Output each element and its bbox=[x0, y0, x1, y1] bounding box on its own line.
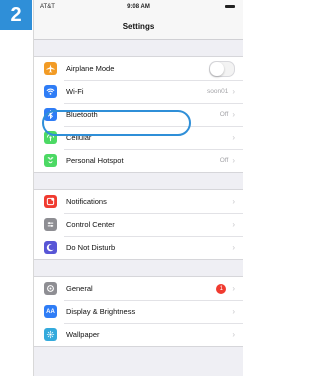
chevron-right-icon: › bbox=[232, 220, 235, 229]
settings-row-label: Control Center bbox=[66, 220, 115, 229]
settings-group-connectivity: Airplane Mode Wi-Fi soon01 › Bluetooth O… bbox=[34, 56, 243, 173]
chevron-right-icon: › bbox=[232, 133, 235, 142]
settings-row-wifi[interactable]: Wi-Fi soon01 › bbox=[34, 80, 243, 103]
notifications-icon bbox=[44, 195, 57, 208]
battery-icon bbox=[225, 5, 235, 8]
display-brightness-icon: AA bbox=[44, 305, 57, 318]
chevron-right-icon: › bbox=[232, 197, 235, 206]
settings-group-general: General 1 › AA Display & Brightness › Wa… bbox=[34, 276, 243, 347]
settings-row-display-brightness[interactable]: AA Display & Brightness › bbox=[34, 300, 243, 323]
settings-row-general[interactable]: General 1 › bbox=[34, 277, 243, 300]
settings-row-do-not-disturb[interactable]: Do Not Disturb › bbox=[34, 236, 243, 259]
wifi-network-value: soon01 bbox=[207, 88, 229, 95]
status-bar: AT&T 9:08 AM bbox=[34, 0, 243, 14]
control-center-icon bbox=[44, 218, 57, 231]
moon-icon bbox=[44, 241, 57, 254]
chevron-right-icon: › bbox=[232, 307, 235, 316]
settings-row-airplane-mode[interactable]: Airplane Mode bbox=[34, 57, 243, 80]
settings-row-label: Wallpaper bbox=[66, 330, 100, 339]
wifi-icon bbox=[44, 85, 57, 98]
hotspot-status-value: Off bbox=[219, 157, 229, 164]
settings-row-bluetooth[interactable]: Bluetooth Off › bbox=[34, 103, 243, 126]
step-number-badge: 2 bbox=[0, 0, 32, 30]
settings-group-notifications: Notifications › Control Center › Do Not … bbox=[34, 189, 243, 260]
settings-row-label: Personal Hotspot bbox=[66, 156, 124, 165]
settings-row-label: Airplane Mode bbox=[66, 64, 115, 73]
settings-row-personal-hotspot[interactable]: Personal Hotspot Off › bbox=[34, 149, 243, 172]
cellular-icon bbox=[44, 131, 57, 144]
settings-row-label: Wi-Fi bbox=[66, 87, 84, 96]
chevron-right-icon: › bbox=[232, 110, 235, 119]
settings-row-label: Cellular bbox=[66, 133, 92, 142]
airplane-mode-toggle[interactable] bbox=[209, 60, 235, 77]
settings-row-label: General bbox=[66, 284, 93, 293]
bluetooth-icon bbox=[44, 108, 57, 121]
phone-screen: AT&T 9:08 AM Settings Airplane Mode Wi-F… bbox=[33, 0, 243, 376]
chevron-right-icon: › bbox=[232, 156, 235, 165]
nav-bar: Settings bbox=[34, 14, 243, 40]
bluetooth-status-value: Off bbox=[219, 111, 229, 118]
settings-row-control-center[interactable]: Control Center › bbox=[34, 213, 243, 236]
wallpaper-icon bbox=[44, 328, 57, 341]
settings-row-wallpaper[interactable]: Wallpaper › bbox=[34, 323, 243, 346]
gear-icon bbox=[44, 282, 57, 295]
settings-row-label: Do Not Disturb bbox=[66, 243, 116, 252]
chevron-right-icon: › bbox=[232, 284, 235, 293]
settings-row-label: Bluetooth bbox=[66, 110, 98, 119]
airplane-icon bbox=[44, 62, 57, 75]
settings-row-cellular[interactable]: Cellular › bbox=[34, 126, 243, 149]
chevron-right-icon: › bbox=[232, 330, 235, 339]
clock-time: 9:08 AM bbox=[127, 4, 150, 10]
hotspot-icon bbox=[44, 154, 57, 167]
settings-row-label: Notifications bbox=[66, 197, 107, 206]
notification-count-badge: 1 bbox=[216, 283, 227, 294]
chevron-right-icon: › bbox=[232, 87, 235, 96]
chevron-right-icon: › bbox=[232, 243, 235, 252]
settings-row-notifications[interactable]: Notifications › bbox=[34, 190, 243, 213]
settings-row-label: Display & Brightness bbox=[66, 307, 136, 316]
page-title: Settings bbox=[122, 22, 155, 31]
